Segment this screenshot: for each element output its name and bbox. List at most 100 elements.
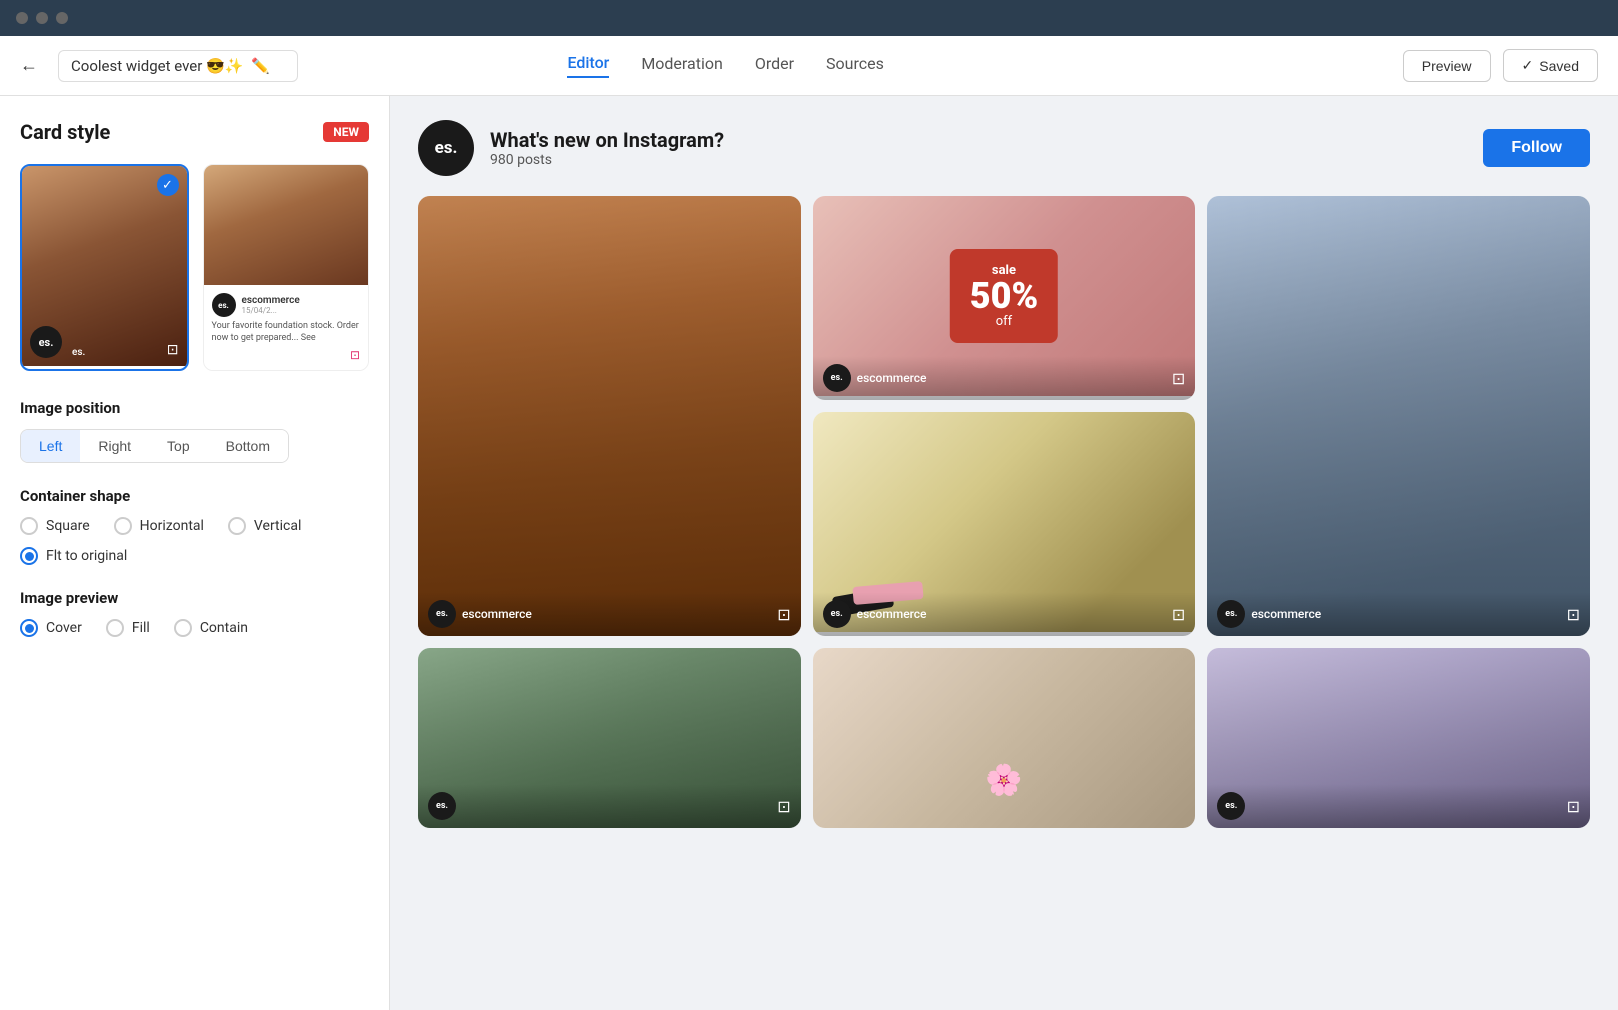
card-preview-date-2: 15/04/2...	[242, 306, 300, 315]
tab-order[interactable]: Order	[755, 54, 794, 77]
grid-username-fashion-main: escommerce	[462, 607, 532, 621]
card-preview-2[interactable]: es. escommerce 15/04/2... Your favorite …	[203, 164, 370, 371]
grid-item-store[interactable]: es. ⊡	[418, 648, 801, 828]
tab-moderation[interactable]: Moderation	[641, 54, 723, 77]
grid-username-denim: escommerce	[1251, 607, 1321, 621]
card-preview-name-2: escommerce	[242, 295, 300, 306]
grid-username-sale: escommerce	[857, 371, 927, 385]
nav-actions: Preview ✓ Saved	[1403, 49, 1598, 82]
preview-fill-label: Fill	[132, 620, 150, 636]
widget-name: What's new on Instagram?	[490, 128, 1467, 152]
grid-overlay-sale: es. escommerce ⊡	[813, 356, 1196, 400]
shape-vertical-label: Vertical	[254, 518, 301, 534]
tab-sources[interactable]: Sources	[826, 54, 884, 77]
shape-square-label: Square	[46, 518, 90, 534]
widget-info: What's new on Instagram? 980 posts	[490, 128, 1467, 168]
grid-logo-shoes: es.	[823, 600, 851, 628]
preview-contain[interactable]: Contain	[174, 619, 248, 637]
preview-cover-radio[interactable]	[20, 619, 38, 637]
grid-logo-fashion-main: es.	[428, 600, 456, 628]
image-preview-options: Cover Fill Contain	[20, 619, 369, 637]
preview-fill-radio[interactable]	[106, 619, 124, 637]
ig-icon-store: ⊡	[777, 797, 790, 816]
position-top[interactable]: Top	[149, 430, 208, 462]
grid-username-shoes: escommerce	[857, 607, 927, 621]
grid-overlay-shoes: es. escommerce ⊡	[813, 592, 1196, 636]
shape-fit-radio[interactable]	[20, 547, 38, 565]
position-left[interactable]: Left	[21, 430, 80, 462]
container-shape-label: Container shape	[20, 487, 369, 505]
grid-overlay-fashion-main: es. escommerce ⊡	[418, 592, 801, 636]
position-options: Left Right Top Bottom	[20, 429, 289, 463]
grid-logo-fashion-group: es.	[1217, 792, 1245, 820]
shape-vertical[interactable]: Vertical	[228, 517, 301, 535]
ig-icon-sale: ⊡	[1172, 369, 1185, 388]
card-preview-logo-2: es.	[212, 293, 236, 317]
saved-label: Saved	[1539, 58, 1579, 74]
grid-item-shoes[interactable]: es. escommerce ⊡	[813, 412, 1196, 636]
main-layout: Card style NEW es. es. ⊡ ✓ es.	[0, 96, 1618, 1010]
saved-button[interactable]: ✓ Saved	[1503, 49, 1598, 82]
grid-item-fashion-main[interactable]: es. escommerce ⊡	[418, 196, 801, 636]
nav-tabs: Editor Moderation Order Sources	[567, 53, 883, 78]
grid-logo-sale: es.	[823, 364, 851, 392]
widget-title-input[interactable]: Coolest widget ever 😎✨ ✏️	[58, 50, 298, 82]
card-preview-img-1: es. es. ⊡	[22, 166, 187, 366]
card-preview-username-1: es.	[72, 347, 85, 358]
titlebar-dot-3	[56, 12, 68, 24]
back-button[interactable]: ←	[20, 55, 38, 76]
sale-pct: 50%	[970, 278, 1038, 314]
preview-fill[interactable]: Fill	[106, 619, 150, 637]
card-check-icon-1: ✓	[157, 174, 179, 196]
ig-icon-fashion-group: ⊡	[1567, 797, 1580, 816]
image-grid: es. escommerce ⊡ sale 50% off	[418, 196, 1590, 828]
tab-editor[interactable]: Editor	[567, 53, 609, 78]
follow-button[interactable]: Follow	[1483, 129, 1590, 167]
shape-square-radio[interactable]	[20, 517, 38, 535]
edit-icon[interactable]: ✏️	[251, 57, 270, 75]
grid-overlay-store: es. ⊡	[418, 784, 801, 828]
card-preview-1[interactable]: es. es. ⊡ ✓	[20, 164, 189, 371]
shape-horizontal-radio[interactable]	[114, 517, 132, 535]
image-preview-label: Image preview	[20, 589, 369, 607]
sidebar: Card style NEW es. es. ⊡ ✓ es.	[0, 96, 390, 1010]
grid-overlay-fashion-group: es. ⊡	[1207, 784, 1590, 828]
grid-item-sale[interactable]: sale 50% off es. escommerce ⊡	[813, 196, 1196, 400]
shape-horizontal[interactable]: Horizontal	[114, 517, 204, 535]
grid-item-fashion-group[interactable]: es. ⊡	[1207, 648, 1590, 828]
titlebar-dot-2	[36, 12, 48, 24]
grid-logo-store: es.	[428, 792, 456, 820]
preview-button[interactable]: Preview	[1403, 50, 1491, 82]
shape-vertical-radio[interactable]	[228, 517, 246, 535]
card-ig-icon-1: ⊡	[167, 342, 179, 358]
shape-square[interactable]: Square	[20, 517, 90, 535]
content-area: es. What's new on Instagram? 980 posts F…	[390, 96, 1618, 1010]
preview-contain-radio[interactable]	[174, 619, 192, 637]
widget-title-text: Coolest widget ever 😎✨	[71, 57, 243, 75]
sidebar-title: Card style	[20, 120, 110, 144]
shape-horizontal-label: Horizontal	[140, 518, 204, 534]
card-preview-text-2: Your favorite foundation stock. Order no…	[212, 321, 361, 344]
shape-fit-label: Flt to original	[46, 548, 127, 564]
card-preview-content-2: es. escommerce 15/04/2... Your favorite …	[204, 285, 369, 370]
preview-contain-label: Contain	[200, 620, 248, 636]
shape-fit[interactable]: Flt to original	[20, 547, 127, 565]
card-previews: es. es. ⊡ ✓ es. escommerce 15/04/2...	[20, 164, 369, 371]
position-right[interactable]: Right	[80, 430, 149, 462]
titlebar-dot-1	[16, 12, 28, 24]
grid-item-denim[interactable]: es. escommerce ⊡	[1207, 196, 1590, 636]
grid-overlay-denim: es. escommerce ⊡	[1207, 592, 1590, 636]
image-position-label: Image position	[20, 399, 369, 417]
position-bottom[interactable]: Bottom	[208, 430, 288, 462]
widget-logo: es.	[418, 120, 474, 176]
new-badge: NEW	[323, 122, 369, 142]
widget-posts: 980 posts	[490, 152, 1467, 168]
grid-item-flower[interactable]: 🌸	[813, 648, 1196, 828]
preview-cover-label: Cover	[46, 620, 82, 636]
widget-header: es. What's new on Instagram? 980 posts F…	[418, 120, 1590, 176]
grid-logo-denim: es.	[1217, 600, 1245, 628]
check-icon: ✓	[1522, 57, 1534, 74]
ig-icon-denim: ⊡	[1567, 605, 1580, 624]
card-preview-img-2	[204, 165, 369, 285]
preview-cover[interactable]: Cover	[20, 619, 82, 637]
